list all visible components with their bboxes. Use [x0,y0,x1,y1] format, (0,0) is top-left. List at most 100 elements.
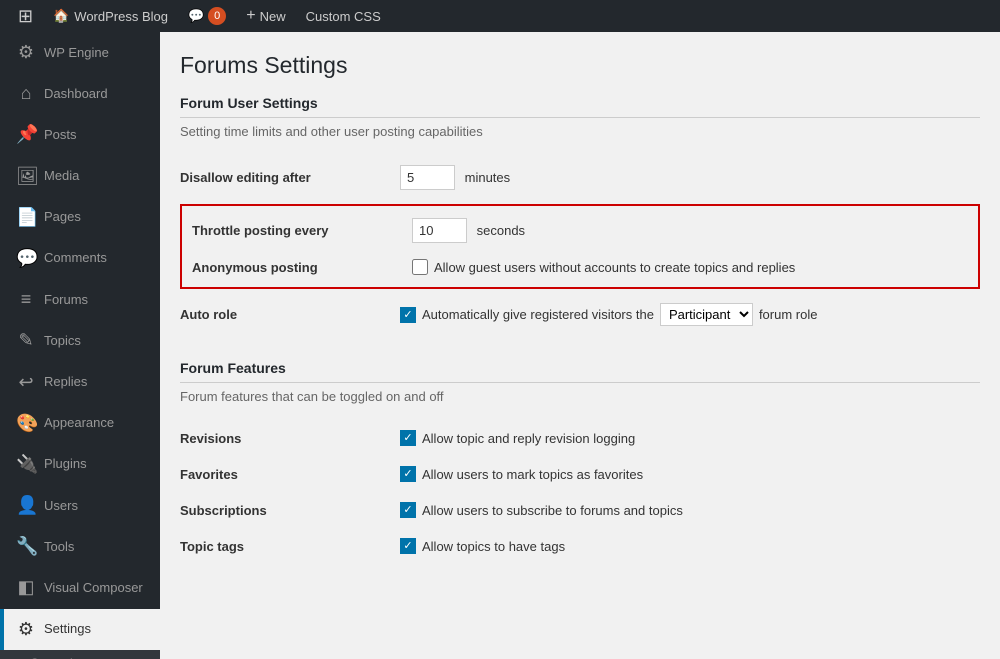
throttle-posting-row: Throttle posting every seconds [192,210,968,251]
sidebar-label-plugins: Plugins [44,455,87,473]
sidebar-label-settings: Settings [44,620,91,638]
disallow-editing-row: Disallow editing after minutes [180,155,980,200]
throttle-posting-label: Throttle posting every [192,210,412,251]
sidebar-item-appearance[interactable]: 🎨 Appearance [0,403,160,444]
sidebar-item-plugins[interactable]: 🔌 Plugins [0,444,160,485]
sidebar-item-settings[interactable]: ⚙ Settings [0,609,160,650]
sidebar-item-visual-composer[interactable]: ◧ Visual Composer [0,567,160,608]
sidebar-label-media: Media [44,167,79,185]
anonymous-posting-checkbox-label[interactable]: Allow guest users without accounts to cr… [412,259,968,275]
subscriptions-checkbox-label[interactable]: ✓ Allow users to subscribe to forums and… [400,502,980,518]
auto-role-cell: ✓ Automatically give registered visitors… [400,303,980,326]
anonymous-posting-checkbox-text: Allow guest users without accounts to cr… [434,260,795,275]
favorites-checkbox-label[interactable]: ✓ Allow users to mark topics as favorite… [400,466,980,482]
revisions-checkbox-label[interactable]: ✓ Allow topic and reply revision logging [400,430,980,446]
topics-icon: ✎ [16,328,36,353]
auto-role-checkmark-icon: ✓ [400,307,416,323]
favorites-label: Favorites [180,456,400,492]
sidebar-label-appearance: Appearance [44,414,114,432]
sidebar-item-tools[interactable]: 🔧 Tools [0,526,160,567]
settings-submenu: General Writing Reading Discussion Media [0,650,160,659]
favorites-check-icon: ✓ [400,466,416,482]
throttle-posting-unit: seconds [477,223,525,238]
revisions-label: Revisions [180,420,400,456]
sidebar-label-pages: Pages [44,208,81,226]
sidebar-item-posts[interactable]: 📌 Posts [0,114,160,155]
forum-user-settings-description: Setting time limits and other user posti… [180,124,980,139]
posts-icon: 📌 [16,122,36,147]
comments-icon: 💬 [188,8,204,24]
plus-icon: + [246,7,255,25]
sidebar-menu: ⚙ WP Engine ⌂ Dashboard 📌 Posts 🖼 Media … [0,32,160,650]
highlighted-table: Throttle posting every seconds Anonymous… [192,210,968,283]
forum-user-settings-table: Disallow editing after minutes [180,155,980,200]
new-button[interactable]: + New [236,0,295,32]
highlighted-settings-box: Throttle posting every seconds Anonymous… [180,204,980,289]
sidebar-item-comments[interactable]: 💬 Comments [0,238,160,279]
topic-tags-label: Topic tags [180,528,400,564]
topic-tags-checkbox-text: Allow topics to have tags [422,539,565,554]
subscriptions-row: Subscriptions ✓ Allow users to subscribe… [180,492,980,528]
custom-css-label: Custom CSS [306,9,381,24]
favorites-row: Favorites ✓ Allow users to mark topics a… [180,456,980,492]
sidebar-item-forums[interactable]: ≡ Forums [0,279,160,320]
topic-tags-checkbox-label[interactable]: ✓ Allow topics to have tags [400,538,980,554]
favorites-checkbox-text: Allow users to mark topics as favorites [422,467,643,482]
sidebar-item-replies[interactable]: ↩ Replies [0,362,160,403]
sidebar-item-dashboard[interactable]: ⌂ Dashboard [0,73,160,114]
appearance-icon: 🎨 [16,411,36,436]
tools-icon: 🔧 [16,534,36,559]
sidebar-label-tools: Tools [44,538,74,556]
topic-tags-check-icon: ✓ [400,538,416,554]
comments-nav-icon: 💬 [16,246,36,271]
throttle-posting-input[interactable] [412,218,467,243]
admin-bar: ⊞ 🏠 WordPress Blog 💬 0 + New Custom CSS [0,0,1000,32]
sidebar-item-media[interactable]: 🖼 Media [0,156,160,197]
anonymous-posting-label: Anonymous posting [192,251,412,283]
forum-features-section: Forum Features Forum features that can b… [180,360,980,564]
sidebar-item-wp-engine[interactable]: ⚙ WP Engine [0,32,160,73]
new-label: New [260,9,286,24]
disallow-editing-input[interactable] [400,165,455,190]
sidebar-label-topics: Topics [44,332,81,350]
media-icon: 🖼 [16,164,36,189]
replies-icon: ↩ [16,370,36,395]
sidebar-label-dashboard: Dashboard [44,85,108,103]
disallow-editing-value-cell: minutes [400,155,980,200]
custom-css-button[interactable]: Custom CSS [296,0,391,32]
pages-icon: 📄 [16,205,36,230]
sidebar-label-forums: Forums [44,291,88,309]
sidebar-item-pages[interactable]: 📄 Pages [0,197,160,238]
layout: ⚙ WP Engine ⌂ Dashboard 📌 Posts 🖼 Media … [0,32,1000,659]
sidebar: ⚙ WP Engine ⌂ Dashboard 📌 Posts 🖼 Media … [0,32,160,659]
revisions-row: Revisions ✓ Allow topic and reply revisi… [180,420,980,456]
anonymous-posting-checkbox[interactable] [412,259,428,275]
forum-features-table: Revisions ✓ Allow topic and reply revisi… [180,420,980,564]
comments-count: 0 [208,7,226,25]
settings-icon: ⚙ [16,617,36,642]
auto-role-select[interactable]: Participant Moderator Keymaster [660,303,753,326]
sidebar-item-topics[interactable]: ✎ Topics [0,320,160,361]
sidebar-item-users[interactable]: 👤 Users [0,485,160,526]
topic-tags-value-cell: ✓ Allow topics to have tags [400,528,980,564]
wp-logo-button[interactable]: ⊞ [8,0,43,32]
dashboard-icon: ⌂ [16,81,36,106]
wp-logo-icon: ⊞ [18,6,33,27]
sidebar-label-posts: Posts [44,126,77,144]
auto-role-label: Auto role [180,293,400,336]
sidebar-label-comments: Comments [44,249,107,267]
submenu-item-general[interactable]: General [0,650,160,659]
subscriptions-value-cell: ✓ Allow users to subscribe to forums and… [400,492,980,528]
disallow-editing-unit: minutes [465,170,511,185]
site-name-button[interactable]: 🏠 WordPress Blog [43,0,178,32]
anonymous-posting-row: Anonymous posting Allow guest users with… [192,251,968,283]
subscriptions-check-icon: ✓ [400,502,416,518]
forum-features-description: Forum features that can be toggled on an… [180,389,980,404]
sidebar-label-visual-composer: Visual Composer [44,579,143,597]
sidebar-label-replies: Replies [44,373,87,391]
revisions-value-cell: ✓ Allow topic and reply revision logging [400,420,980,456]
subscriptions-checkbox-text: Allow users to subscribe to forums and t… [422,503,683,518]
forum-user-settings-title: Forum User Settings [180,95,980,118]
forum-features-title: Forum Features [180,360,980,383]
comments-button[interactable]: 💬 0 [178,0,236,32]
